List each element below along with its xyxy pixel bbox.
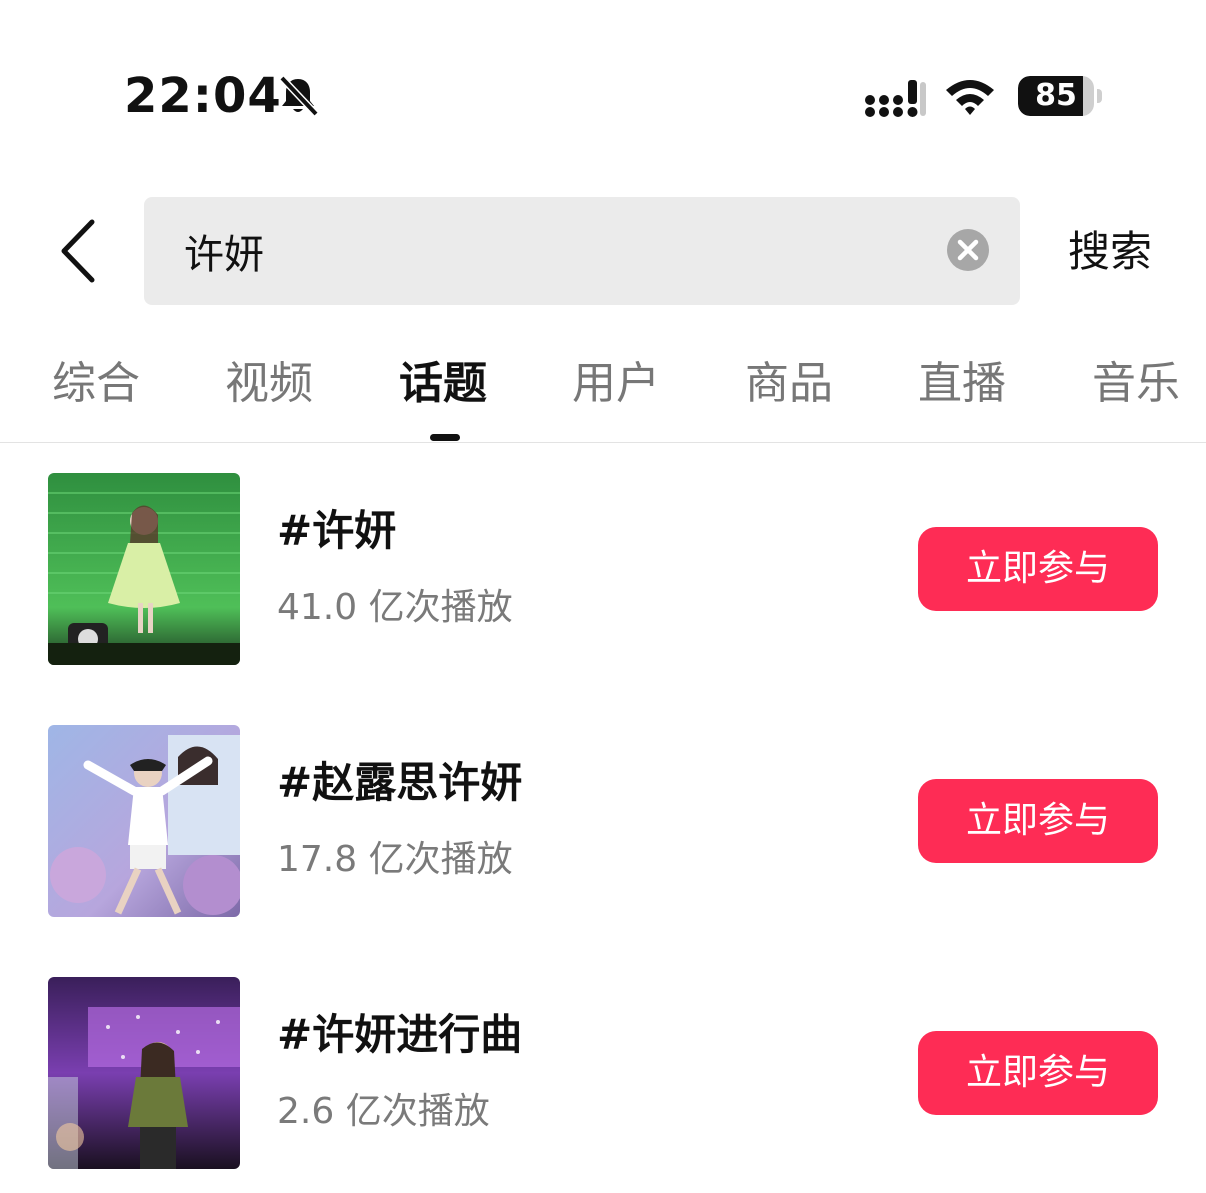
join-topic-button[interactable]: 立即参与 (918, 1031, 1158, 1115)
topic-thumbnail[interactable] (48, 473, 240, 665)
search-box (144, 197, 1020, 305)
topic-title[interactable]: #许妍 (277, 503, 396, 559)
topic-thumbnail[interactable] (48, 725, 240, 917)
topic-row[interactable]: #许妍进行曲 2.6 亿次播放 立即参与 (0, 977, 1206, 1177)
topic-play-count: 2.6 亿次播放 (277, 1091, 490, 1132)
tab-music[interactable]: 音乐 (1092, 350, 1180, 418)
wifi-icon (946, 80, 994, 115)
active-tab-indicator (430, 434, 460, 441)
tab-live[interactable]: 直播 (918, 350, 1006, 418)
bell-slash-icon (279, 75, 319, 117)
join-topic-button[interactable]: 立即参与 (918, 779, 1158, 863)
tab-products[interactable]: 商品 (745, 350, 833, 418)
tab-comprehensive[interactable]: 综合 (52, 350, 140, 418)
topic-play-count: 41.0 亿次播放 (277, 587, 513, 628)
category-tabs: 综合 视频 话题 用户 商品 直播 音乐 (0, 350, 1206, 442)
chevron-left-icon[interactable] (54, 218, 106, 284)
status-time: 22:04 (124, 68, 282, 124)
topic-row[interactable]: #赵露思许妍 17.8 亿次播放 立即参与 (0, 725, 1206, 925)
tab-topics[interactable]: 话题 (399, 350, 487, 418)
topic-title[interactable]: #许妍进行曲 (277, 1007, 522, 1063)
tabs-divider (0, 442, 1206, 443)
topic-title[interactable]: #赵露思许妍 (277, 755, 522, 811)
battery-percentage: 85 (1035, 78, 1077, 113)
clear-circle-icon[interactable] (947, 229, 989, 271)
search-input[interactable] (184, 219, 924, 283)
tab-videos[interactable]: 视频 (225, 350, 313, 418)
search-button[interactable]: 搜索 (1068, 222, 1152, 282)
topic-play-count: 17.8 亿次播放 (277, 839, 513, 880)
join-topic-button[interactable]: 立即参与 (918, 527, 1158, 611)
topic-thumbnail[interactable] (48, 977, 240, 1169)
topic-row[interactable]: #许妍 41.0 亿次播放 立即参与 (0, 473, 1206, 673)
signal-icon (865, 80, 926, 117)
tab-users[interactable]: 用户 (572, 350, 660, 418)
battery-icon: 85 (1018, 76, 1102, 116)
